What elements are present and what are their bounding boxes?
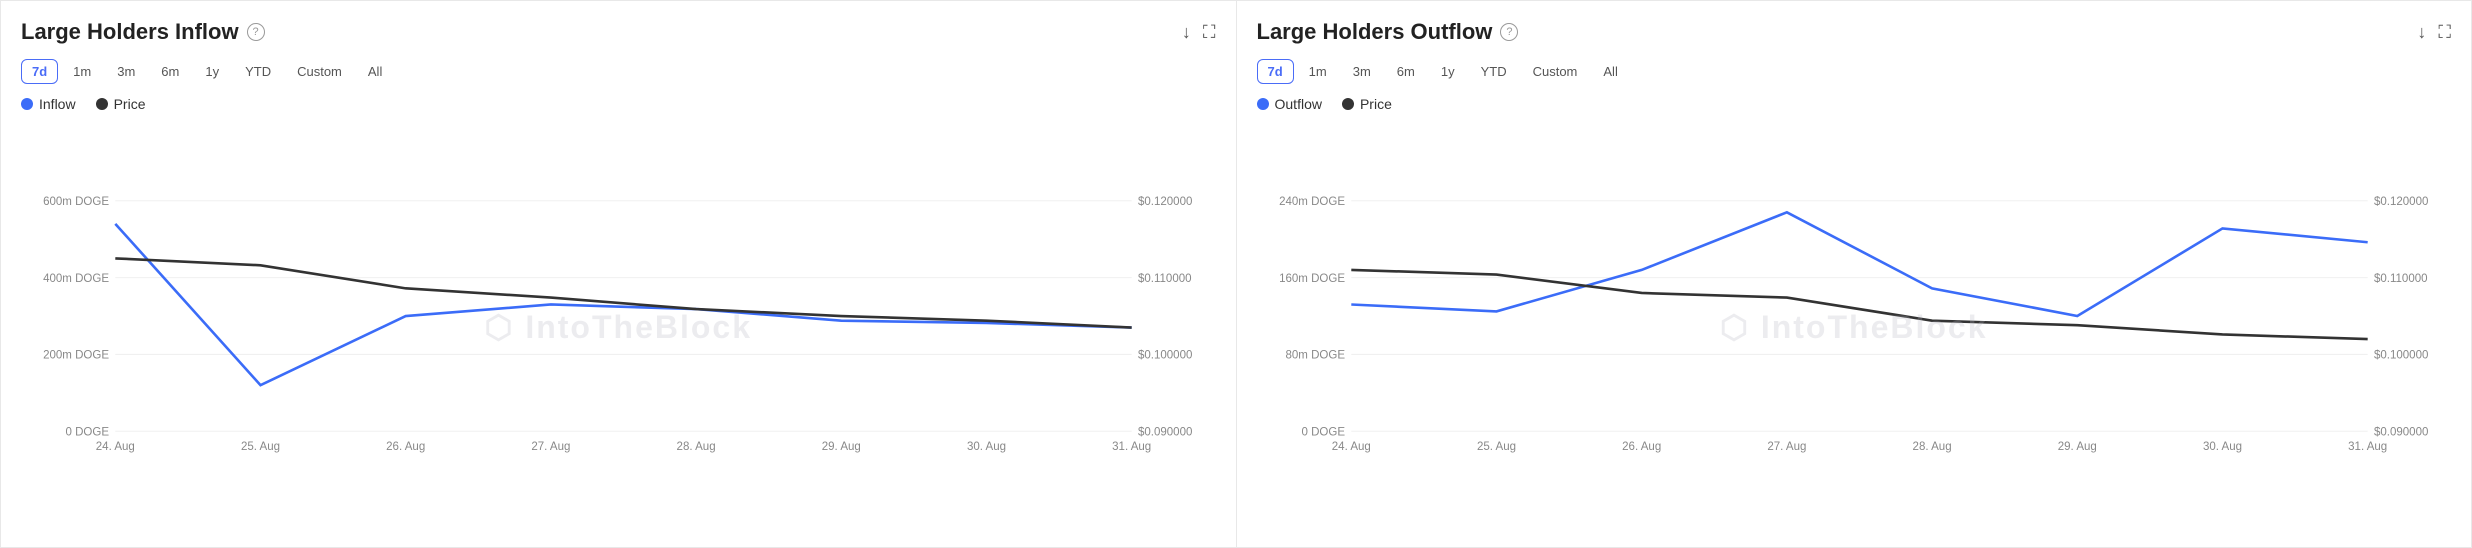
panel-title-row: Large Holders Outflow ? <box>1257 19 1519 45</box>
svg-text:28. Aug: 28. Aug <box>677 441 716 453</box>
help-icon[interactable]: ? <box>1500 23 1518 41</box>
time-filter-7d[interactable]: 7d <box>1257 59 1294 84</box>
expand-icon[interactable]: ⛶ <box>2438 22 2451 43</box>
chart-panel-outflow: Large Holders Outflow ? ↓ ⛶ 7d 1m 3m 6m … <box>1237 0 2472 548</box>
svg-text:29. Aug: 29. Aug <box>2057 441 2096 453</box>
svg-text:26. Aug: 26. Aug <box>386 441 425 453</box>
legend-label-0: Inflow <box>39 96 76 112</box>
svg-text:400m DOGE: 400m DOGE <box>43 273 109 285</box>
time-filter-Custom[interactable]: Custom <box>286 59 353 84</box>
svg-text:$0.110000: $0.110000 <box>2373 273 2427 285</box>
svg-text:24. Aug: 24. Aug <box>96 441 135 453</box>
svg-text:31. Aug: 31. Aug <box>2348 441 2387 453</box>
panel-title: Large Holders Outflow <box>1257 19 1493 45</box>
svg-text:$0.090000: $0.090000 <box>1138 426 1192 438</box>
panel-header: Large Holders Inflow ? ↓ ⛶ <box>21 19 1216 45</box>
legend-label-1: Price <box>114 96 146 112</box>
svg-text:80m DOGE: 80m DOGE <box>1285 350 1345 362</box>
svg-text:0 DOGE: 0 DOGE <box>66 426 110 438</box>
expand-icon[interactable]: ⛶ <box>1203 22 1216 43</box>
svg-text:25. Aug: 25. Aug <box>241 441 280 453</box>
svg-text:30. Aug: 30. Aug <box>2202 441 2241 453</box>
legend-dot-1 <box>1342 98 1354 110</box>
svg-text:$0.100000: $0.100000 <box>1138 350 1192 362</box>
time-filter-7d[interactable]: 7d <box>21 59 58 84</box>
legend-dot-1 <box>96 98 108 110</box>
svg-text:24. Aug: 24. Aug <box>1331 441 1370 453</box>
chart-svg: 600m DOGE 400m DOGE 200m DOGE 0 DOGE $0.120… <box>21 124 1216 529</box>
chart-area: 600m DOGE 400m DOGE 200m DOGE 0 DOGE $0.120… <box>21 124 1216 529</box>
svg-text:25. Aug: 25. Aug <box>1476 441 1515 453</box>
panel-header: Large Holders Outflow ? ↓ ⛶ <box>1257 19 2452 45</box>
legend-dot-0 <box>21 98 33 110</box>
chart-svg: 240m DOGE 160m DOGE 80m DOGE 0 DOGE $0.1200… <box>1257 124 2452 529</box>
legend: Outflow Price <box>1257 96 2452 112</box>
time-filter-YTD[interactable]: YTD <box>1470 59 1518 84</box>
legend-label-1: Price <box>1360 96 1392 112</box>
time-filters: 7d 1m 3m 6m 1y YTD Custom All <box>21 59 1216 84</box>
svg-text:160m DOGE: 160m DOGE <box>1279 273 1345 285</box>
panel-actions: ↓ ⛶ <box>1182 22 1216 43</box>
time-filter-3m[interactable]: 3m <box>1342 59 1382 84</box>
time-filter-6m[interactable]: 6m <box>150 59 190 84</box>
chart-area: 240m DOGE 160m DOGE 80m DOGE 0 DOGE $0.1200… <box>1257 124 2452 529</box>
svg-text:30. Aug: 30. Aug <box>967 441 1006 453</box>
svg-text:600m DOGE: 600m DOGE <box>43 196 109 208</box>
legend: Inflow Price <box>21 96 1216 112</box>
svg-text:31. Aug: 31. Aug <box>1112 441 1151 453</box>
svg-text:$0.110000: $0.110000 <box>1138 273 1192 285</box>
time-filter-6m[interactable]: 6m <box>1386 59 1426 84</box>
svg-text:240m DOGE: 240m DOGE <box>1279 196 1345 208</box>
time-filter-3m[interactable]: 3m <box>106 59 146 84</box>
svg-text:$0.090000: $0.090000 <box>2373 426 2427 438</box>
legend-item-0: Outflow <box>1257 96 1322 112</box>
chart-panel-inflow: Large Holders Inflow ? ↓ ⛶ 7d 1m 3m 6m 1… <box>0 0 1237 548</box>
inflow-line <box>1351 212 2367 316</box>
panel-actions: ↓ ⛶ <box>2417 22 2451 43</box>
svg-text:$0.120000: $0.120000 <box>1138 196 1192 208</box>
legend-item-0: Inflow <box>21 96 76 112</box>
time-filter-1m[interactable]: 1m <box>62 59 102 84</box>
legend-label-0: Outflow <box>1275 96 1322 112</box>
svg-text:200m DOGE: 200m DOGE <box>43 350 109 362</box>
time-filter-All[interactable]: All <box>1592 59 1628 84</box>
time-filter-1y[interactable]: 1y <box>1430 59 1466 84</box>
svg-text:$0.120000: $0.120000 <box>2373 196 2427 208</box>
svg-text:0 DOGE: 0 DOGE <box>1301 426 1345 438</box>
svg-text:$0.100000: $0.100000 <box>2373 350 2427 362</box>
download-icon[interactable]: ↓ <box>1182 22 1191 43</box>
time-filters: 7d 1m 3m 6m 1y YTD Custom All <box>1257 59 2452 84</box>
svg-text:27. Aug: 27. Aug <box>1767 441 1806 453</box>
svg-text:26. Aug: 26. Aug <box>1622 441 1661 453</box>
legend-dot-0 <box>1257 98 1269 110</box>
svg-text:28. Aug: 28. Aug <box>1912 441 1951 453</box>
time-filter-Custom[interactable]: Custom <box>1522 59 1589 84</box>
svg-text:27. Aug: 27. Aug <box>531 441 570 453</box>
time-filter-1m[interactable]: 1m <box>1298 59 1338 84</box>
price-line <box>1351 270 2367 339</box>
price-line <box>115 258 1131 327</box>
svg-text:29. Aug: 29. Aug <box>822 441 861 453</box>
legend-item-1: Price <box>96 96 146 112</box>
time-filter-All[interactable]: All <box>357 59 393 84</box>
panel-title: Large Holders Inflow <box>21 19 239 45</box>
download-icon[interactable]: ↓ <box>2417 22 2426 43</box>
help-icon[interactable]: ? <box>247 23 265 41</box>
time-filter-YTD[interactable]: YTD <box>234 59 282 84</box>
legend-item-1: Price <box>1342 96 1392 112</box>
panel-title-row: Large Holders Inflow ? <box>21 19 265 45</box>
time-filter-1y[interactable]: 1y <box>194 59 230 84</box>
